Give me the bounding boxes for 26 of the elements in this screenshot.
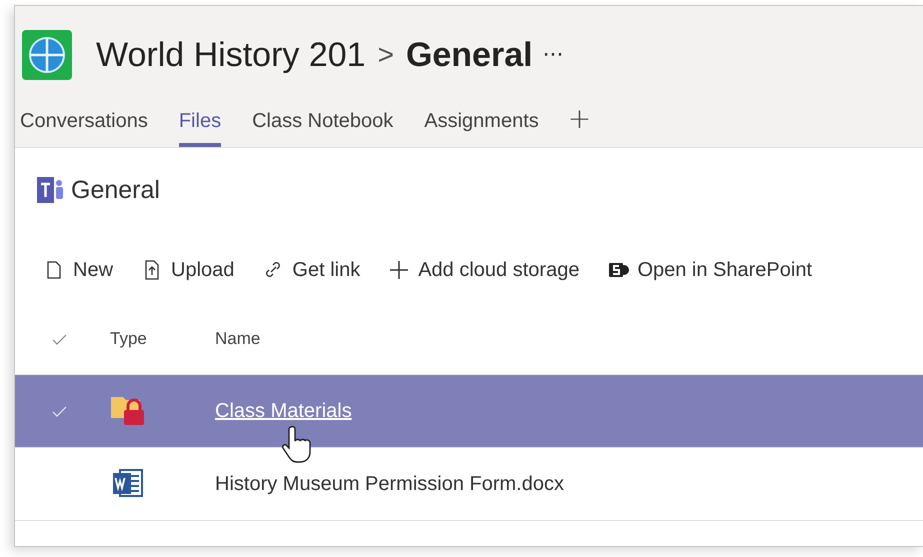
- new-button[interactable]: New: [43, 258, 114, 282]
- tab[interactable]: Conversations: [20, 110, 148, 147]
- table-row[interactable]: History Museum Permission Form.docx: [15, 448, 923, 521]
- add-tab-button[interactable]: +: [568, 105, 592, 147]
- hand-cursor-icon: [281, 424, 313, 464]
- checkmark-icon: [51, 332, 68, 346]
- channel-title: General: [71, 176, 160, 204]
- open-in-sharepoint-button[interactable]: Open in SharePoint: [607, 258, 812, 282]
- file-name-link[interactable]: Class Materials: [215, 400, 352, 422]
- add-cloud-storage-button[interactable]: Add cloud storage: [388, 258, 580, 282]
- more-options-button[interactable]: ···: [542, 42, 564, 68]
- tab[interactable]: Files: [178, 110, 222, 147]
- breadcrumb-separator: >: [378, 39, 394, 71]
- column-header[interactable]: Type: [110, 329, 215, 349]
- tab[interactable]: Class Notebook: [252, 110, 394, 147]
- globe-icon: [22, 30, 72, 80]
- team-name[interactable]: World History 201: [96, 36, 366, 74]
- plus-icon: [388, 258, 410, 282]
- column-header[interactable]: Name: [215, 329, 923, 349]
- checkmark-icon: [51, 404, 68, 418]
- tab[interactable]: Assignments: [424, 110, 539, 147]
- upload-button[interactable]: Upload: [141, 258, 234, 282]
- get-link-button[interactable]: Get link: [262, 258, 360, 282]
- channel-name: General: [406, 36, 533, 74]
- teams-icon: [37, 175, 65, 205]
- file-name-link[interactable]: History Museum Permission Form.docx: [215, 472, 564, 496]
